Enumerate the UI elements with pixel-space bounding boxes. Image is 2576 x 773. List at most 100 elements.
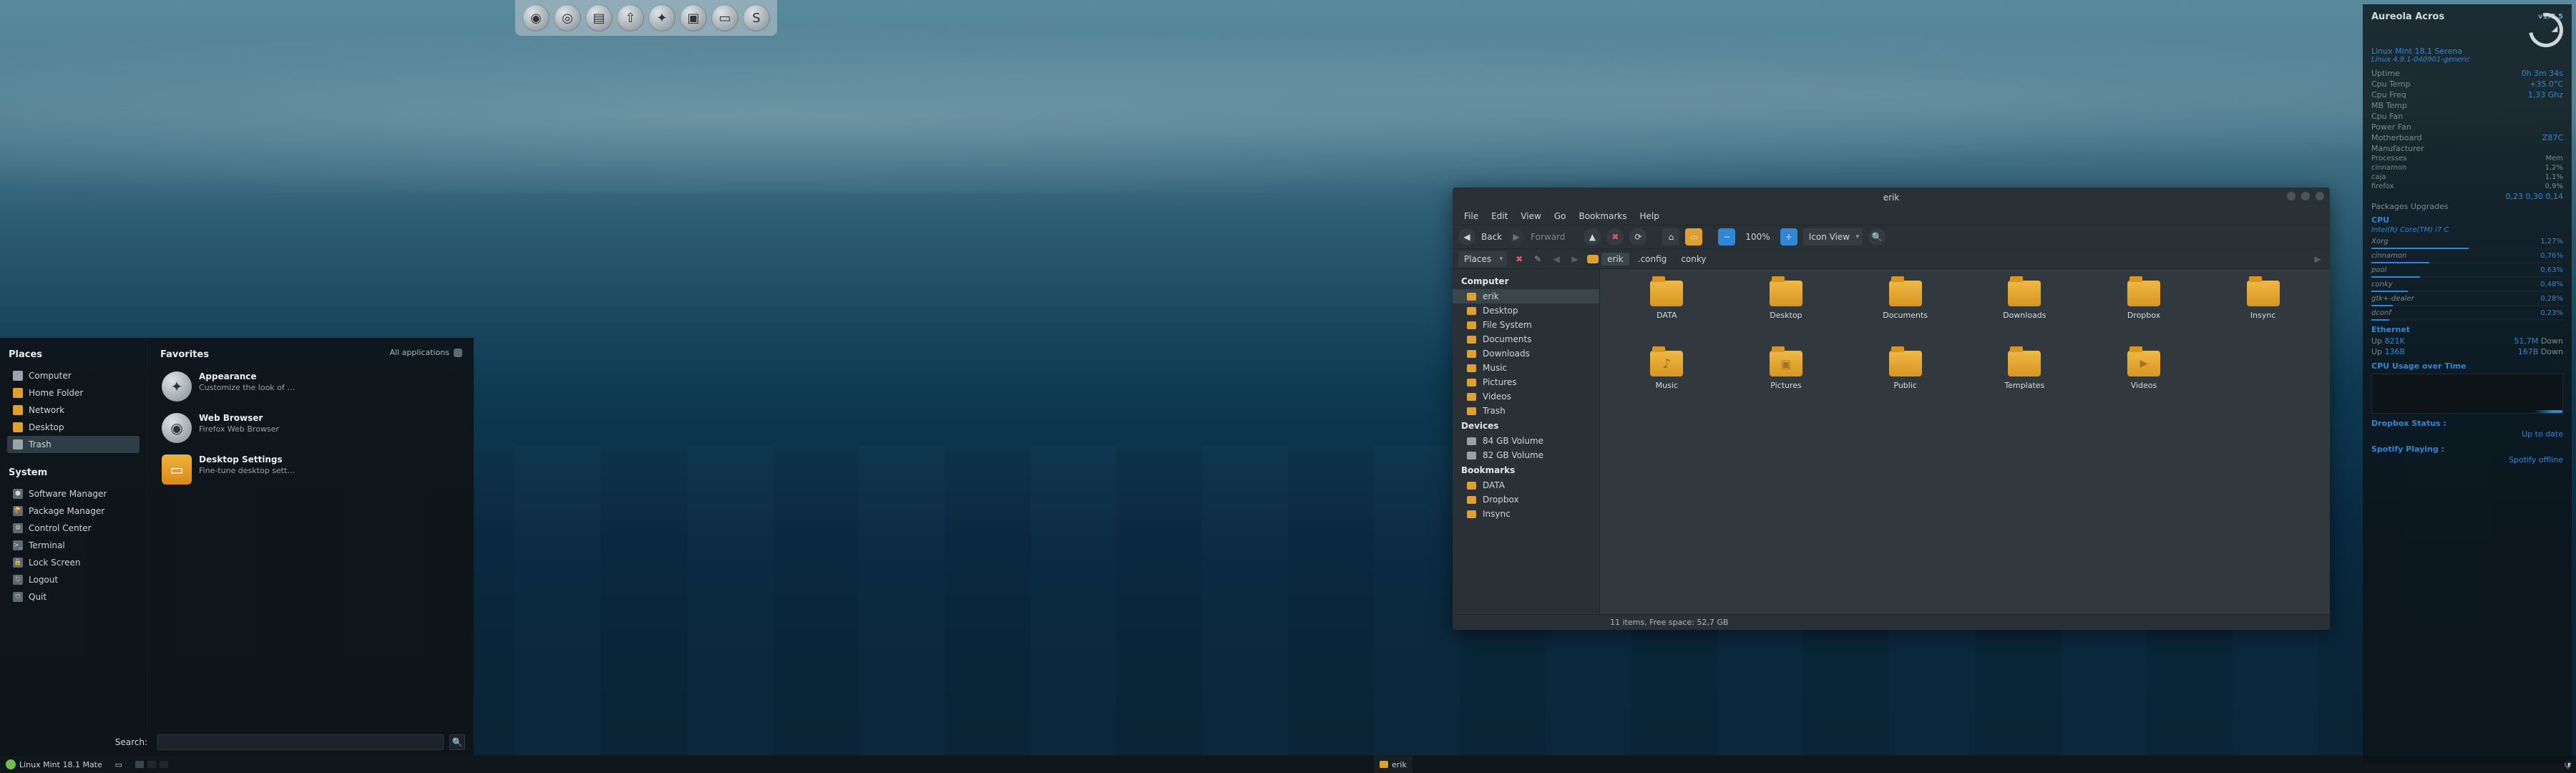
system-lock-screen[interactable]: 🔒Lock Screen xyxy=(7,554,140,571)
steam-icon[interactable]: ◎ xyxy=(554,4,581,31)
sidebar-item[interactable]: File System xyxy=(1453,318,1599,332)
search-icon: 🔍 xyxy=(452,737,463,747)
place-computer[interactable]: Computer xyxy=(7,367,140,384)
favorite-web-browser[interactable]: ◉Web BrowserFirefox Web Browser xyxy=(159,409,464,447)
folder-item[interactable]: Templates xyxy=(1966,351,2083,415)
taskbar-item-erik[interactable]: erik xyxy=(1374,756,1413,773)
all-applications-link[interactable]: All applications xyxy=(389,348,462,357)
folder-item[interactable]: Public xyxy=(1847,351,1963,415)
folder-item[interactable]: DATA xyxy=(1609,281,1725,345)
breadcrumb-current[interactable]: erik xyxy=(1601,253,1629,266)
sidebar-item[interactable]: Trash xyxy=(1453,404,1599,418)
favorite-subtitle: Firefox Web Browser xyxy=(199,424,279,434)
bottom-panel-left: Linux Mint 18.1 Mate ▭ xyxy=(0,756,1374,773)
path-end-icon[interactable]: ▶ xyxy=(2311,253,2324,266)
search-button[interactable]: 🔍 xyxy=(1868,228,1885,245)
sidebar-item[interactable]: Dropbox xyxy=(1453,492,1599,507)
folder-grid[interactable]: DATADesktopDocumentsDownloads Dropbox Insy… xyxy=(1600,269,2330,614)
back-button[interactable]: ◀ xyxy=(1458,228,1475,245)
folder-label: Dropbox xyxy=(2127,311,2160,320)
place-desktop[interactable]: Desktop xyxy=(7,419,140,436)
photos-icon[interactable]: ▣ xyxy=(680,4,707,31)
folder-item[interactable]: Downloads xyxy=(1966,281,2083,345)
sidebar-item[interactable]: Videos xyxy=(1453,389,1599,404)
system-software-manager[interactable]: ⬢Software Manager xyxy=(7,485,140,502)
system-quit[interactable]: ⏻Quit xyxy=(7,588,140,606)
folder-item[interactable]: Music xyxy=(1609,351,1725,415)
sidebar-item[interactable]: DATA xyxy=(1453,478,1599,492)
place-home[interactable]: Home Folder xyxy=(7,384,140,402)
system-control-center[interactable]: ⚙Control Center xyxy=(7,520,140,537)
sidebar-item[interactable]: Desktop xyxy=(1453,303,1599,318)
favorite-desktop-settings[interactable]: ▭Desktop SettingsFine-tune desktop sett… xyxy=(159,450,464,489)
breadcrumb-item[interactable]: conky xyxy=(1675,253,1712,266)
window-titlebar[interactable]: erik xyxy=(1453,188,2330,208)
stop-button[interactable]: ✖ xyxy=(1606,228,1624,245)
folder-item[interactable]: Videos xyxy=(2086,351,2202,415)
place-network[interactable]: Network xyxy=(7,402,140,419)
folder-item[interactable]: Insync xyxy=(2205,281,2321,345)
display-icon[interactable]: ▭ xyxy=(711,4,738,31)
taskbar-item-label: erik xyxy=(1392,760,1407,769)
sidebar-item[interactable]: Documents xyxy=(1453,332,1599,346)
sidebar-item[interactable]: Insync xyxy=(1453,507,1599,521)
system-package-manager[interactable]: 📦Package Manager xyxy=(7,502,140,520)
skype-icon[interactable]: S xyxy=(743,4,770,31)
up-button[interactable]: ▲ xyxy=(1584,228,1601,245)
path-back-icon[interactable]: ◀ xyxy=(1550,253,1563,266)
view-mode-select[interactable]: Icon View xyxy=(1803,228,1863,245)
path-close-icon[interactable]: ✖ xyxy=(1513,253,1526,266)
computer-button[interactable]: ▭ xyxy=(1685,228,1702,245)
favorite-appearance[interactable]: ✦AppearanceCustomize the look of … xyxy=(159,367,464,406)
files-icon[interactable]: ▤ xyxy=(585,4,613,31)
system-logout[interactable]: ⎋Logout xyxy=(7,571,140,588)
share-icon[interactable]: ⇧ xyxy=(617,4,644,31)
minimize-button[interactable] xyxy=(2287,192,2296,200)
menu-help[interactable]: Help xyxy=(1634,210,1665,223)
close-button[interactable] xyxy=(2316,192,2324,200)
places-dropdown[interactable]: Places xyxy=(1458,251,1507,267)
menu-view[interactable]: View xyxy=(1515,210,1546,223)
sidebar-item[interactable]: erik xyxy=(1453,289,1599,303)
path-edit-icon[interactable]: ✎ xyxy=(1531,253,1544,266)
sidebar-item-label: Documents xyxy=(1483,334,1531,344)
menu-go[interactable]: Go xyxy=(1548,210,1572,223)
menu-file[interactable]: File xyxy=(1458,210,1484,223)
sidebar-item[interactable]: Pictures xyxy=(1453,375,1599,389)
mint-logo-icon xyxy=(6,759,16,769)
folder-item[interactable]: Pictures xyxy=(1728,351,1845,415)
system-terminal[interactable]: >_Terminal xyxy=(7,537,140,554)
menu-button[interactable]: Linux Mint 18.1 Mate xyxy=(0,756,108,773)
workspace-switcher[interactable] xyxy=(130,756,174,773)
folder-item[interactable]: Dropbox xyxy=(2086,281,2202,345)
show-desktop-button[interactable]: ▭ xyxy=(108,756,130,773)
home-button[interactable]: ⌂ xyxy=(1662,228,1679,245)
sidebar-item[interactable]: 84 GB Volume xyxy=(1453,434,1599,448)
location-bar: Places ✖ ✎ ◀ ▶ erik .config conky ▶ xyxy=(1453,249,2330,269)
sidebar-item[interactable]: Music xyxy=(1453,361,1599,375)
cpu-header: CPU xyxy=(2371,215,2563,225)
sidebar-item[interactable]: 82 GB Volume xyxy=(1453,448,1599,462)
zoom-out-button[interactable]: − xyxy=(1718,228,1735,245)
folder-item[interactable]: Documents xyxy=(1847,281,1963,345)
sidebar-item[interactable]: Downloads xyxy=(1453,346,1599,361)
reload-button[interactable]: ⟳ xyxy=(1629,228,1646,245)
breadcrumb-item[interactable]: .config xyxy=(1632,253,1673,266)
zoom-in-button[interactable]: + xyxy=(1780,228,1797,245)
twitter-icon[interactable]: ✦ xyxy=(648,4,675,31)
search-button[interactable]: 🔍 xyxy=(449,734,465,750)
folder-icon xyxy=(13,405,23,415)
spotify-status-value: Spotify offline xyxy=(2509,455,2563,465)
place-trash[interactable]: Trash xyxy=(7,436,140,453)
menu-bookmarks[interactable]: Bookmarks xyxy=(1573,210,1632,223)
folder-icon xyxy=(1467,379,1476,386)
firefox-icon[interactable]: ◉ xyxy=(522,4,550,31)
maximize-button[interactable] xyxy=(2301,192,2310,200)
path-forward-icon[interactable]: ▶ xyxy=(1568,253,1581,266)
net-row-1: Up 821K51,7M Down xyxy=(2371,336,2563,346)
search-input[interactable] xyxy=(157,734,444,750)
folder-item[interactable]: Desktop xyxy=(1728,281,1845,345)
breadcrumb: erik .config conky xyxy=(1587,253,1712,266)
menu-edit[interactable]: Edit xyxy=(1485,210,1513,223)
forward-button[interactable]: ▶ xyxy=(1508,228,1525,245)
